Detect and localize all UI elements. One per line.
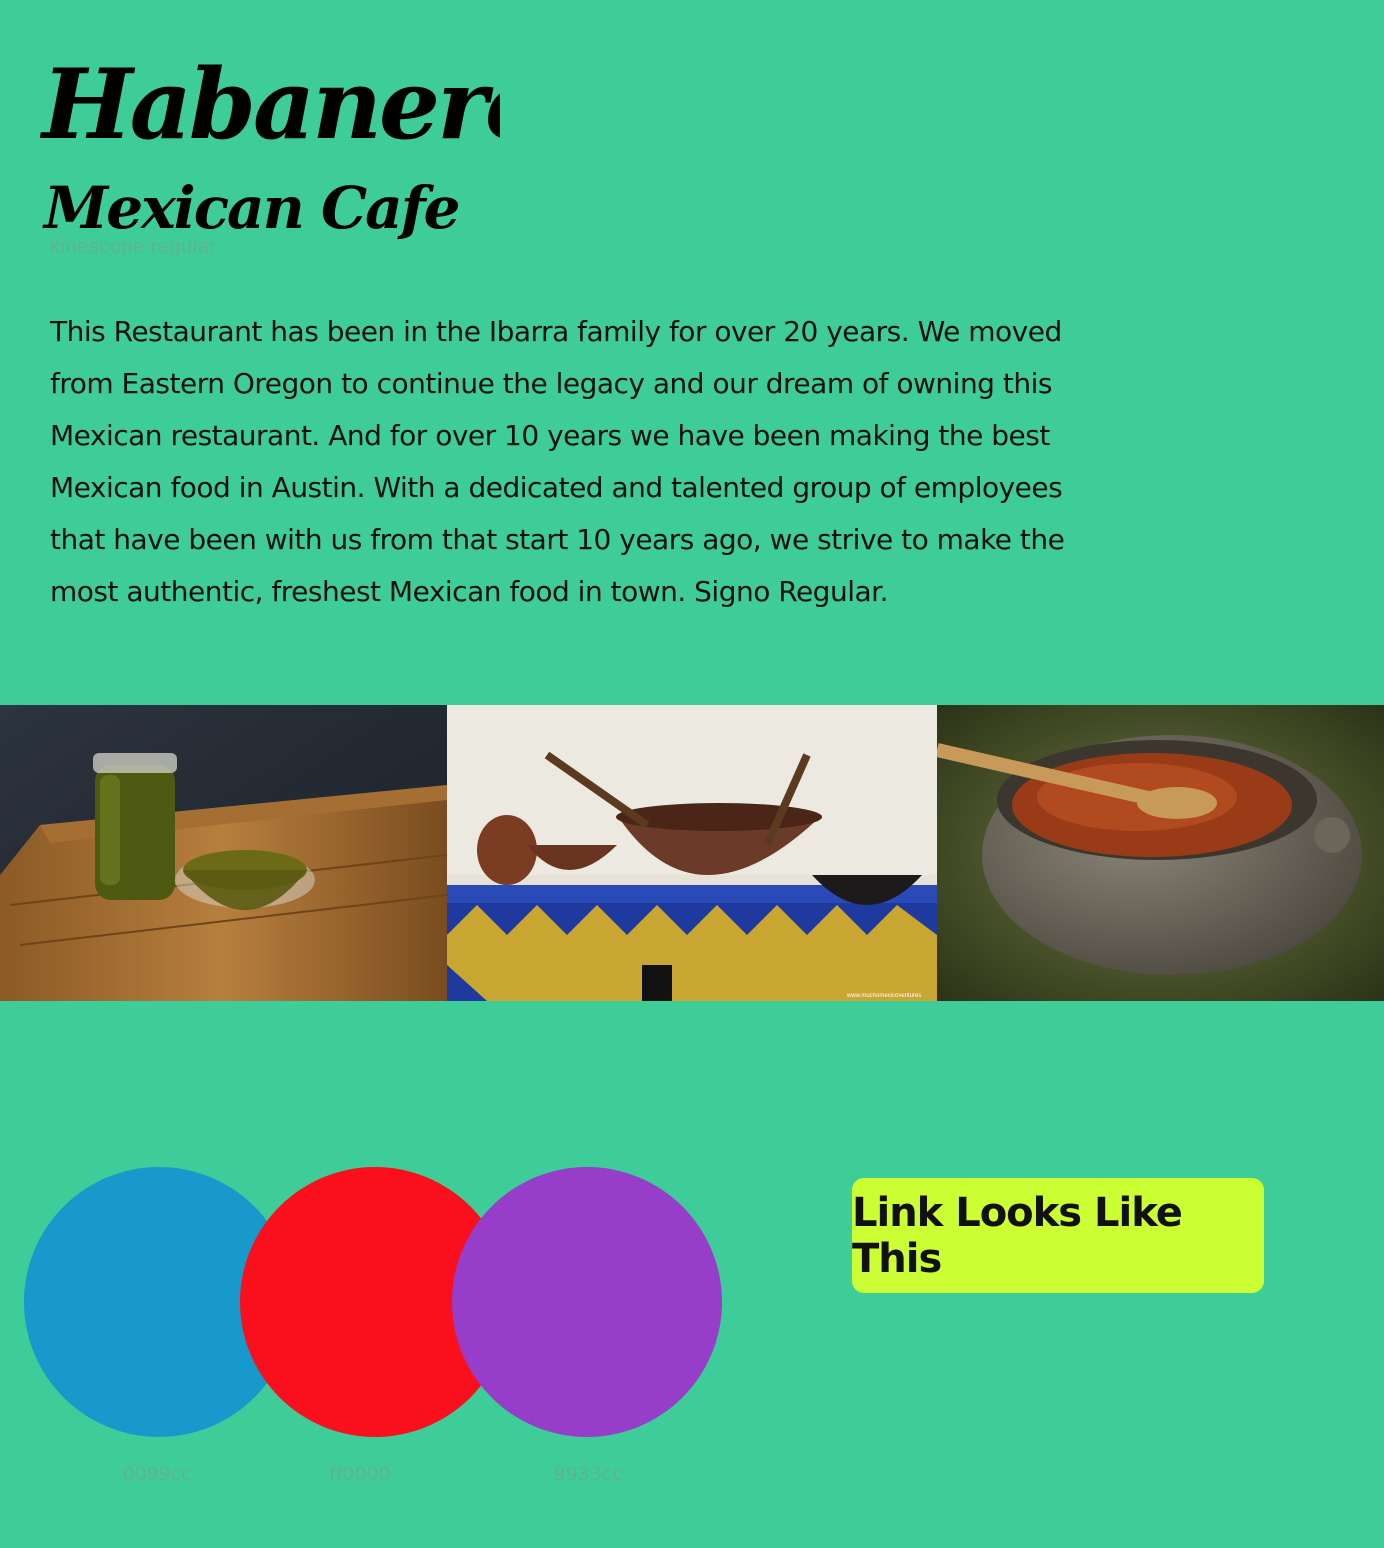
swatch-label-red: ff0000 [329,1463,391,1485]
chile-powder-photo [937,705,1384,1001]
swatch-label-purple: 9933cc [553,1463,623,1485]
logo-name-line1: Habanero [40,48,500,161]
logo-font-note: kinescope regular [50,236,217,258]
photo-gallery: www.muchomexicoventures [0,705,1384,1001]
sample-link-button[interactable]: Link Looks Like This [852,1178,1264,1293]
intro-paragraph: This Restaurant has been in the Ibarra f… [50,315,1065,608]
restaurant-logo: Habanero Mexican Cafe [39,40,549,255]
swatch-label-blue: 0099cc [122,1463,192,1485]
swatch-purple [452,1167,722,1437]
logo-name-line2: Mexican Cafe [42,174,459,242]
gallery-photo-caption: www.muchomexicoventures [846,993,921,999]
salsa-photo [0,705,447,1001]
color-palette [0,1165,760,1505]
clay-pots-photo: www.muchomexicoventures [447,705,937,1001]
